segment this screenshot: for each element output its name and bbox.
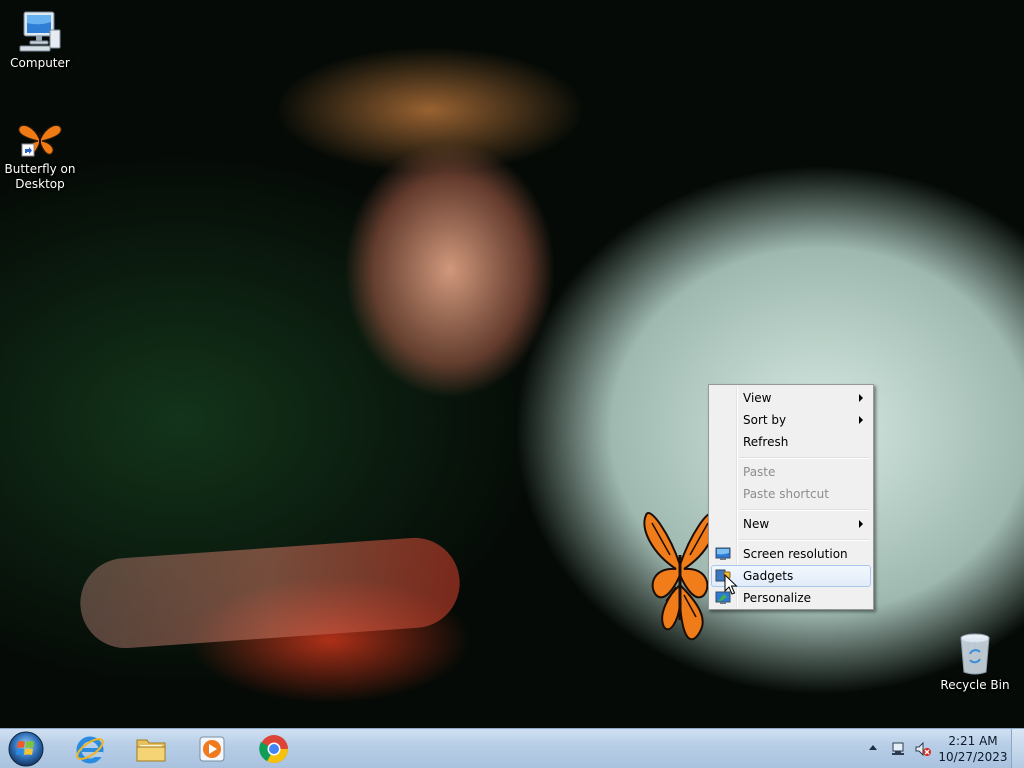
taskbar-internet-explorer[interactable] [62, 730, 118, 768]
wallpaper-detail [77, 534, 463, 652]
desktop-wallpaper[interactable]: Computer Butterfly on Desktop Recycle Bi… [0, 0, 1024, 728]
desktop-icon-computer[interactable]: Computer [0, 10, 80, 71]
desktop-icon-recycle-bin[interactable]: Recycle Bin [935, 632, 1015, 693]
volume-muted-icon[interactable] [914, 740, 932, 758]
menu-item-paste[interactable]: Paste [711, 461, 871, 483]
menu-separator [739, 457, 869, 459]
taskbar-chrome[interactable] [246, 730, 302, 768]
menu-item-label: Screen resolution [743, 547, 848, 561]
menu-item-screen-resolution[interactable]: Screen resolution [711, 543, 871, 565]
media-player-icon [199, 736, 225, 762]
menu-item-label: Paste [743, 465, 776, 479]
menu-separator [739, 539, 869, 541]
menu-item-label: New [743, 517, 770, 531]
show-desktop-button[interactable] [1011, 729, 1024, 768]
network-icon[interactable] [890, 740, 908, 758]
computer-icon [19, 11, 61, 52]
submenu-arrow-icon [859, 394, 863, 402]
taskbar-media-player[interactable] [184, 730, 240, 768]
clock-time: 2:21 AM [948, 734, 998, 748]
menu-item-new[interactable]: New [711, 513, 871, 535]
desktop-icon-label: Butterfly on Desktop [4, 162, 76, 191]
start-button[interactable] [4, 730, 48, 768]
menu-item-sort-by[interactable]: Sort by [711, 409, 871, 431]
taskbar-clock[interactable]: 2:21 AM 10/27/2023 [938, 733, 1008, 765]
mouse-cursor-icon [724, 574, 738, 595]
menu-item-label: Refresh [743, 435, 789, 449]
menu-item-label: View [743, 391, 772, 405]
butterfly-shortcut-icon [18, 124, 62, 157]
folder-icon [136, 739, 166, 762]
submenu-arrow-icon [859, 416, 863, 424]
menu-item-paste-shortcut[interactable]: Paste shortcut [711, 483, 871, 505]
recycle-bin-icon [960, 633, 990, 675]
menu-item-label: Personalize [743, 591, 812, 605]
menu-item-view[interactable]: View [711, 387, 871, 409]
clock-date: 10/27/2023 [938, 750, 1008, 764]
chrome-icon [259, 735, 288, 763]
desktop-icon-butterfly[interactable]: Butterfly on Desktop [0, 120, 80, 192]
show-hidden-icons-button[interactable] [869, 745, 877, 750]
desktop-icon-label: Recycle Bin [940, 678, 1010, 692]
submenu-arrow-icon [859, 520, 863, 528]
menu-item-label: Gadgets [743, 569, 794, 583]
menu-item-label: Sort by [743, 413, 787, 427]
desktop-icon-label: Computer [10, 56, 70, 70]
menu-separator [739, 509, 869, 511]
menu-item-label: Paste shortcut [743, 487, 829, 501]
taskbar-windows-explorer[interactable] [123, 730, 179, 768]
menu-item-refresh[interactable]: Refresh [711, 431, 871, 453]
taskbar: 2:21 AM 10/27/2023 [0, 728, 1024, 768]
internet-explorer-icon [76, 736, 104, 764]
screen-resolution-icon [715, 547, 731, 560]
